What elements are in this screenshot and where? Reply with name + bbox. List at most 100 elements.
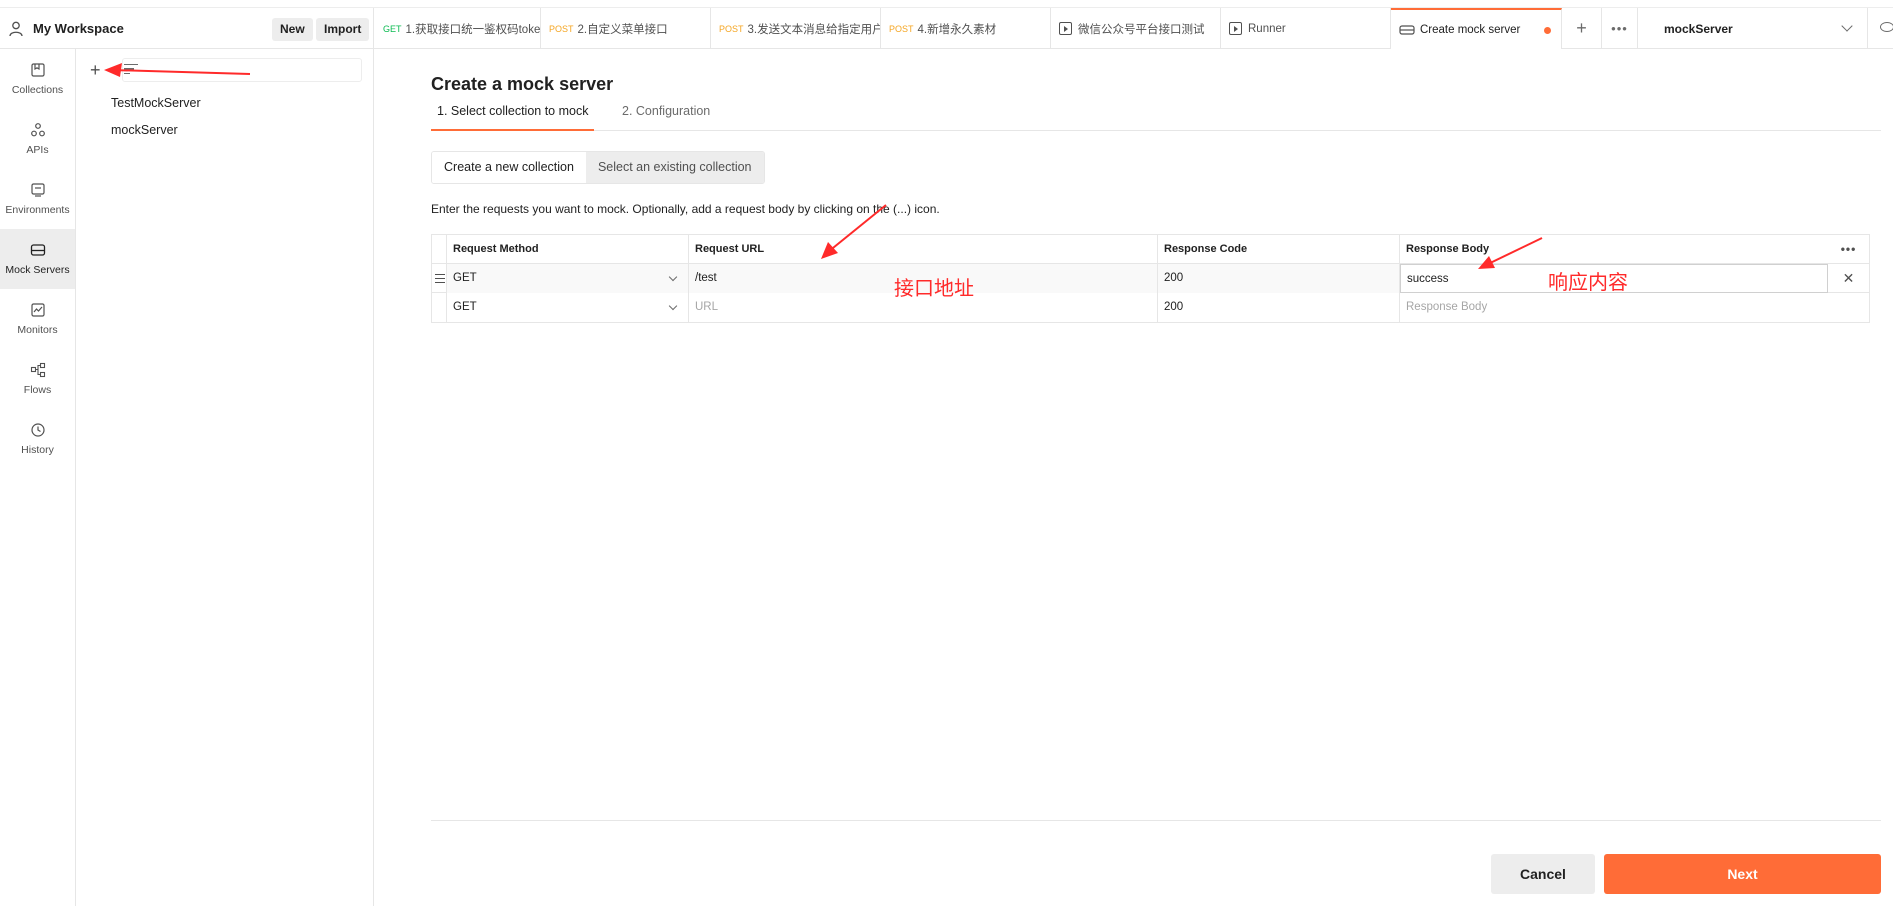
method-badge: GET	[383, 23, 402, 34]
header-spacer	[432, 235, 447, 264]
response-code-input[interactable]: 200	[1158, 293, 1400, 322]
annotation-body-note: 响应内容	[1548, 270, 1628, 294]
more-tabs-button[interactable]: •••	[1602, 8, 1638, 49]
collections-icon	[30, 63, 45, 77]
rail-label: Environments	[5, 204, 70, 216]
drag-handle-icon	[435, 274, 445, 286]
tab-collection-runner[interactable]: 微信公众号平台接口测试	[1051, 8, 1221, 49]
annotation-url-note: 接口地址	[894, 276, 974, 300]
rail-item-apis[interactable]: APIs	[0, 109, 75, 169]
close-icon: ✕	[1842, 270, 1855, 286]
rail-item-environments[interactable]: Environments	[0, 169, 75, 229]
tab-label: 1.获取接口统一鉴权码toke	[405, 23, 541, 36]
method-value: GET	[453, 301, 477, 313]
tab-request-1[interactable]: GET 1.获取接口统一鉴权码toke	[375, 8, 541, 49]
table-header-row: Request Method Request URL Response Code…	[432, 235, 1869, 264]
tab-label: 2.自定义菜单接口	[577, 23, 668, 36]
play-icon	[1229, 22, 1242, 35]
footer-divider	[431, 820, 1881, 821]
method-badge: POST	[889, 23, 914, 34]
table-row: GET URL 200 Response Body	[432, 293, 1869, 322]
sidebar-item-testmockserver[interactable]: TestMockServer	[111, 96, 201, 110]
mock-requests-table: Request Method Request URL Response Code…	[431, 234, 1870, 323]
rail-item-history[interactable]: History	[0, 409, 75, 469]
unsaved-dot-icon	[1544, 27, 1551, 34]
import-button[interactable]: Import	[316, 18, 370, 41]
mock-server-icon	[1399, 24, 1415, 35]
column-header: Request Method	[447, 235, 689, 264]
instructions-text: Enter the requests you want to mock. Opt…	[431, 202, 940, 216]
new-tab-button[interactable]: +	[1562, 8, 1602, 49]
column-header: Response Code	[1158, 235, 1400, 264]
step-select-collection[interactable]: 1. Select collection to mock	[431, 101, 595, 131]
rail-label: Flows	[23, 384, 52, 396]
method-value: GET	[453, 272, 477, 284]
tab-runner[interactable]: Runner	[1221, 8, 1391, 49]
tab-label: Runner	[1248, 22, 1286, 35]
table-options-button[interactable]: •••	[1828, 235, 1869, 264]
chevron-down-icon	[668, 301, 678, 311]
main-panel: Create a mock server 1. Select collectio…	[375, 49, 1893, 906]
rail-label: APIs	[26, 144, 49, 156]
cancel-button[interactable]: Cancel	[1491, 854, 1595, 894]
add-mock-server-button[interactable]: +	[90, 60, 101, 81]
more-options-icon: •••	[1840, 242, 1857, 256]
method-badge: POST	[719, 23, 744, 34]
collection-source-toggle: Create a new collection Select an existi…	[431, 151, 765, 184]
tab-label: 4.新增永久素材	[917, 23, 997, 36]
chevron-down-icon	[668, 272, 678, 282]
eye-icon[interactable]	[1880, 22, 1893, 32]
sidebar-item-mockserver[interactable]: mockServer	[111, 123, 178, 137]
sidebar: + TestMockServer mockServer	[76, 49, 374, 906]
top-header: My Workspace New Import GET 1.获取接口统一鉴权码t…	[0, 0, 1893, 49]
response-body-input[interactable]: Response Body	[1400, 293, 1828, 322]
rail-item-flows[interactable]: Flows	[0, 349, 75, 409]
new-button[interactable]: New	[272, 18, 313, 41]
rail-label: Monitors	[17, 324, 58, 336]
environment-selector[interactable]: mockServer	[1646, 8, 1868, 49]
row-spacer	[432, 293, 447, 322]
drag-handle[interactable]	[432, 264, 447, 293]
tab-label: Create mock server	[1420, 23, 1521, 36]
column-header: Response Body	[1406, 243, 1490, 255]
workspace-header: My Workspace New Import	[0, 8, 374, 49]
rail-label: History	[21, 444, 54, 456]
filter-icon	[124, 64, 138, 77]
method-select[interactable]: GET	[447, 264, 689, 293]
tab-request-3[interactable]: POST 3.发送文本消息给指定用户	[711, 8, 881, 49]
column-header: Request URL	[689, 235, 1158, 264]
request-tabs: GET 1.获取接口统一鉴权码toke POST 2.自定义菜单接口 POST …	[375, 8, 1638, 49]
step-configuration[interactable]: 2. Configuration	[622, 101, 710, 131]
tab-label: 3.发送文本消息给指定用户	[747, 23, 881, 36]
rail-label: Mock Servers	[5, 264, 70, 276]
workspace-title[interactable]: My Workspace	[33, 21, 124, 36]
rail-label: Collections	[11, 84, 64, 96]
monitors-icon	[30, 303, 45, 317]
response-code-input[interactable]: 200	[1158, 264, 1400, 293]
rail-item-collections[interactable]: Collections	[0, 49, 75, 109]
tab-request-4[interactable]: POST 4.新增永久素材	[881, 8, 1051, 49]
method-select[interactable]: GET	[447, 293, 689, 322]
title-strip	[0, 0, 1893, 8]
rail-item-monitors[interactable]: Monitors	[0, 289, 75, 349]
next-button[interactable]: Next	[1604, 854, 1881, 894]
environments-icon	[30, 183, 45, 197]
create-new-collection-option[interactable]: Create a new collection	[432, 152, 586, 183]
environment-name: mockServer	[1664, 21, 1733, 36]
history-icon	[30, 423, 45, 437]
filter-input[interactable]	[122, 58, 362, 82]
mock-servers-icon	[30, 244, 45, 256]
select-existing-collection-option[interactable]: Select an existing collection	[585, 152, 764, 183]
play-icon	[1059, 22, 1072, 35]
tab-create-mock-server[interactable]: Create mock server	[1391, 8, 1562, 49]
rail-item-mock-servers[interactable]: Mock Servers	[0, 229, 75, 289]
tab-label: 微信公众号平台接口测试	[1078, 23, 1205, 36]
table-row: GET /test 200 success ✕	[432, 264, 1869, 293]
delete-row-button[interactable]: ✕	[1828, 264, 1869, 293]
chevron-down-icon	[1841, 20, 1853, 32]
apis-icon	[30, 123, 45, 137]
tab-request-2[interactable]: POST 2.自定义菜单接口	[541, 8, 711, 49]
wizard-steps: 1. Select collection to mock 2. Configur…	[431, 101, 1881, 131]
page-title: Create a mock server	[431, 74, 614, 94]
left-rail: Collections APIs Environments Mock Serve…	[0, 49, 76, 906]
